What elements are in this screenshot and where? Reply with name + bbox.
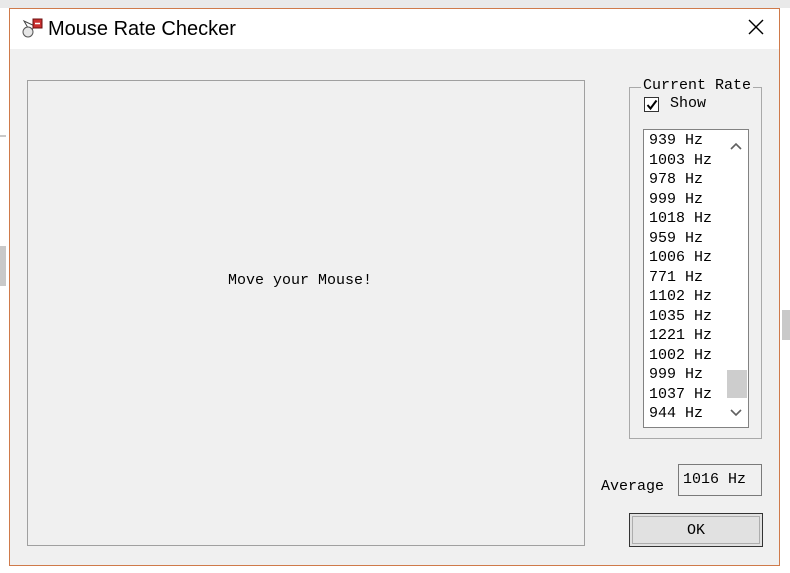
rate-list: 939 Hz 1003 Hz 978 Hz 999 Hz 1018 Hz 959 Hz 10… (649, 131, 724, 424)
scroll-down-button[interactable] (724, 401, 748, 425)
show-checkbox[interactable] (644, 97, 659, 112)
chevron-down-icon (730, 409, 742, 417)
background-window-edge (0, 0, 790, 8)
ok-button[interactable]: OK (629, 513, 763, 547)
current-rate-group-label: Current Rate (641, 77, 754, 94)
average-value-field: 1016 Hz (678, 464, 762, 496)
mouse-rate-checker-window: Mouse Rate Checker Move your Mouse! Curr… (9, 8, 780, 566)
rate-list-item[interactable]: 1018 Hz (649, 209, 724, 229)
background-artifact (0, 246, 6, 286)
rate-list-item[interactable]: 1006 Hz (649, 248, 724, 268)
rate-list-item[interactable]: 999 Hz (649, 365, 724, 385)
scrollbar-thumb[interactable] (727, 370, 747, 398)
canvas-message: Move your Mouse! (228, 272, 373, 289)
rate-list-item[interactable]: 959 Hz (649, 229, 724, 249)
background-artifact (0, 135, 6, 137)
rate-list-item[interactable]: 1037 Hz (649, 385, 724, 405)
rate-list-item[interactable]: 939 Hz (649, 131, 724, 151)
listbox-scrollbar[interactable] (724, 130, 748, 427)
background-artifact (782, 310, 790, 340)
close-button[interactable] (733, 9, 779, 49)
show-checkbox-label[interactable]: Show (670, 95, 706, 112)
rate-list-item[interactable]: 944 Hz (649, 404, 724, 424)
window-title: Mouse Rate Checker (48, 18, 236, 40)
rate-list-item[interactable]: 771 Hz (649, 268, 724, 288)
rate-list-item[interactable]: 1221 Hz (649, 326, 724, 346)
average-label: Average (601, 478, 665, 495)
mouse-app-icon (21, 17, 43, 39)
rate-list-item[interactable]: 1002 Hz (649, 346, 724, 366)
rate-list-item[interactable]: 1035 Hz (649, 307, 724, 327)
close-icon (748, 19, 764, 40)
mouse-move-area[interactable]: Move your Mouse! (27, 80, 585, 546)
scroll-up-button[interactable] (724, 134, 748, 158)
rate-list-item[interactable]: 1003 Hz (649, 151, 724, 171)
checkmark-icon (646, 99, 658, 111)
rate-list-item[interactable]: 1102 Hz (649, 287, 724, 307)
dialog-client-area: Move your Mouse! Current Rate Show 939 H… (10, 49, 779, 565)
rate-list-item[interactable]: 999 Hz (649, 190, 724, 210)
chevron-up-icon (730, 142, 742, 150)
title-bar[interactable]: Mouse Rate Checker (10, 9, 779, 49)
rate-list-item[interactable]: 978 Hz (649, 170, 724, 190)
rate-listbox[interactable]: 939 Hz 1003 Hz 978 Hz 999 Hz 1018 Hz 959 Hz 10… (643, 129, 749, 428)
